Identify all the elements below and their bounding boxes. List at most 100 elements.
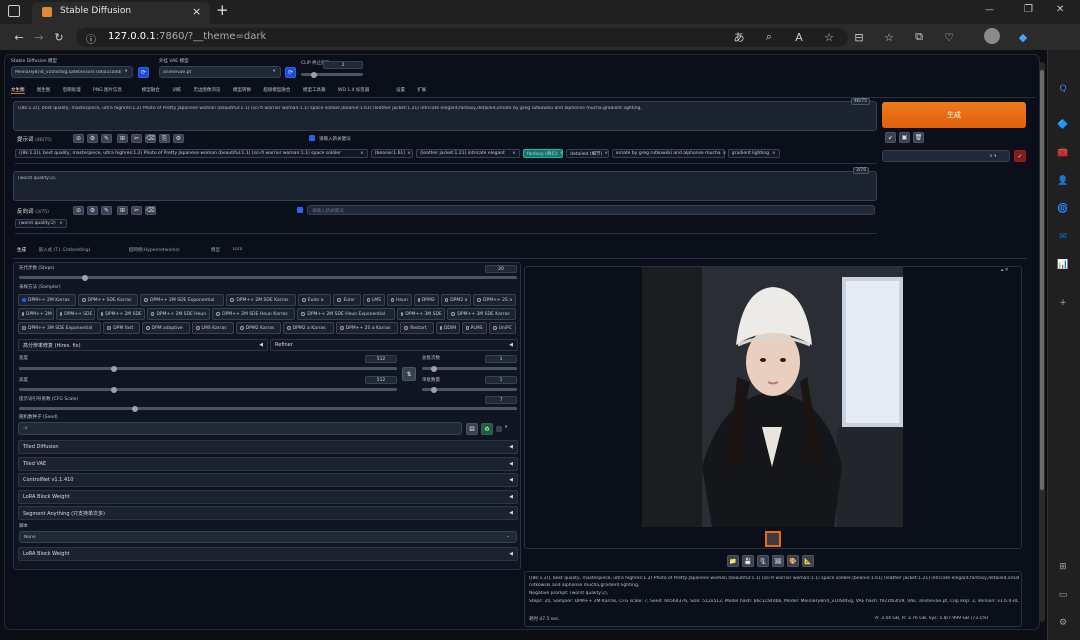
extra-seed-checkbox[interactable] <box>496 426 502 432</box>
tag-close-icon[interactable]: × <box>558 151 564 156</box>
height-slider[interactable] <box>19 386 397 393</box>
neg-delete-icon[interactable]: ⌫ <box>145 206 156 215</box>
radio-icon[interactable] <box>216 312 221 316</box>
radio-icon[interactable] <box>444 298 449 302</box>
split-screen-icon[interactable]: ⊟ <box>850 28 868 46</box>
favorite-icon[interactable]: ☆ <box>820 28 838 46</box>
radio-icon[interactable] <box>466 326 469 330</box>
tab-12[interactable]: 扩展 <box>417 87 426 93</box>
copilot-icon[interactable]: 🌀 <box>1056 202 1070 216</box>
slider-knob[interactable] <box>110 365 117 372</box>
steps-value[interactable]: 20 <box>485 265 517 273</box>
sampler-option[interactable]: DPM++ 3M SDE Exponential <box>18 322 102 334</box>
prompt-tag[interactable]: fantasy (奇幻) × <box>522 149 564 158</box>
slider-knob[interactable] <box>110 386 117 393</box>
tag-close-icon[interactable]: × <box>358 151 364 156</box>
accordion-0[interactable]: Tiled Diffusion ◀ <box>18 440 518 454</box>
new-tab-button[interactable]: + <box>216 1 229 19</box>
tab-2[interactable]: 后期处理 <box>63 87 81 93</box>
styles-select[interactable]: × ▾ <box>882 150 1010 162</box>
neg-clear-icon[interactable]: ⊘ <box>73 206 84 215</box>
neg-edit-icon[interactable]: ✎ <box>101 206 112 215</box>
slider-knob[interactable] <box>311 71 317 78</box>
radio-icon[interactable] <box>477 298 482 302</box>
slider-knob[interactable] <box>430 386 437 393</box>
tab-close-icon[interactable]: × <box>192 5 201 18</box>
profile-icon[interactable]: ● <box>984 28 1000 44</box>
copilot-icon[interactable]: ◆ <box>1014 28 1032 46</box>
sampler-option[interactable]: UniPC <box>488 322 516 334</box>
radio-icon[interactable] <box>492 326 497 330</box>
radio-icon[interactable] <box>195 326 200 330</box>
radio-icon[interactable] <box>401 312 404 316</box>
prompt-cut-icon[interactable]: ✂ <box>131 134 142 143</box>
swap-dimensions-button[interactable]: ⇅ <box>402 367 416 381</box>
radio-icon[interactable] <box>22 312 24 316</box>
prompt-edit-icon[interactable]: ✎ <box>101 134 112 143</box>
hires-fix-accordion[interactable]: 高分辨率修复 (Hires. fix) ◀ <box>18 339 268 351</box>
sidebar-icon[interactable]: ▭ <box>1056 588 1070 602</box>
gallery-thumbnail[interactable] <box>765 531 781 547</box>
zip-icon[interactable]: 🗜 <box>757 555 769 567</box>
minimize-button[interactable]: — <box>985 5 994 15</box>
sampler-option[interactable]: PLMS <box>462 322 487 334</box>
sampler-option[interactable]: Restart <box>400 322 434 334</box>
sampler-option[interactable]: DPM2 <box>413 294 439 306</box>
random-seed-button[interactable]: ⚄ <box>466 423 478 435</box>
prompt-textarea[interactable]: ((8k:1.2)), best quality, masterpiece, u… <box>13 101 877 131</box>
radio-icon[interactable] <box>301 298 306 302</box>
prompt-tag[interactable]: (leather jacket:1.21) intricate elegant × <box>416 149 520 158</box>
sampler-option[interactable]: DPM2 a <box>440 294 472 306</box>
subtab-1[interactable]: 嵌入式 (T.I. Embedding) <box>39 247 91 253</box>
subtab-2[interactable]: 超网络(Hypernetworks) <box>129 247 180 253</box>
radio-icon[interactable] <box>404 326 409 330</box>
prompt-tag[interactable]: (worst quality:2) × <box>15 219 67 228</box>
chevron-down-icon[interactable]: ▾ <box>505 425 507 430</box>
zoom-icon[interactable]: ⌕ <box>760 28 778 46</box>
radio-icon[interactable] <box>151 312 155 316</box>
reuse-seed-button[interactable]: ♻ <box>481 423 493 435</box>
sampler-option[interactable]: DPM adaptive <box>141 322 190 334</box>
generate-button[interactable]: 生成 <box>882 102 1026 128</box>
people-icon[interactable]: 👤 <box>1056 174 1070 188</box>
subtab-3[interactable]: 模型 <box>211 247 220 253</box>
back-icon[interactable]: ← <box>10 28 28 46</box>
tools-icon[interactable]: 🧰 <box>1056 146 1070 160</box>
clip-skip-slider[interactable] <box>301 71 363 78</box>
lora-block-weight-accordion-2[interactable]: LoRA Block Weight ◀ <box>18 547 518 561</box>
sampler-option[interactable]: DPM++ 2M SDE Karras <box>226 294 296 306</box>
inpaint-icon[interactable]: 🎨 <box>787 555 799 567</box>
apply-style-button[interactable]: ✓ <box>1014 150 1026 162</box>
prompt-tag[interactable]: detailed (细节) × <box>566 149 609 158</box>
slider-knob[interactable] <box>430 365 437 372</box>
translate-checkbox[interactable] <box>309 135 315 141</box>
radio-icon[interactable] <box>144 298 149 302</box>
sampler-option[interactable]: DPM2 Karras <box>235 322 281 334</box>
outlook-icon[interactable]: ✉ <box>1056 230 1070 244</box>
tab-6[interactable]: 无边图像浏览 <box>193 87 220 93</box>
radio-icon[interactable] <box>81 298 86 302</box>
prompt-clear-icon[interactable]: ⊘ <box>73 134 84 143</box>
refresh-vae-button[interactable]: ⟳ <box>285 67 296 78</box>
sampler-option[interactable]: DPM++ 2S a <box>473 294 516 306</box>
negative-prompt-textarea[interactable]: (worst quality:2), <box>13 171 877 201</box>
sampler-option[interactable]: Euler <box>333 294 362 306</box>
prompt-tag[interactable]: (beanie:1.61) × <box>370 149 414 158</box>
neg-translate-checkbox[interactable] <box>297 207 303 213</box>
slider-knob[interactable] <box>82 274 89 281</box>
collections-icon[interactable]: ⧉ <box>910 28 928 46</box>
clip-skip-value[interactable]: 2 <box>323 61 363 69</box>
accordion-4[interactable]: Segment Anything (只支持单次多) ◀ <box>18 506 518 520</box>
office-icon[interactable]: 📊 <box>1056 258 1070 272</box>
radio-icon[interactable] <box>451 312 456 316</box>
tag-close-icon[interactable]: × <box>720 151 726 156</box>
prompt-gear-icon[interactable]: ⚙ <box>173 134 184 143</box>
img2img-icon[interactable]: 🖼 <box>772 555 784 567</box>
tab-8[interactable]: 超级模型融合 <box>263 87 290 93</box>
radio-icon[interactable] <box>367 298 370 302</box>
radio-icon[interactable] <box>107 326 112 330</box>
trash-icon[interactable]: 🗑 <box>913 132 924 143</box>
tab-10[interactable]: WD 1.4 标签器 <box>338 87 369 93</box>
sampler-option[interactable]: DPM++ 2M SDE Exponential <box>140 294 225 306</box>
tag-close-icon[interactable]: × <box>602 151 608 156</box>
